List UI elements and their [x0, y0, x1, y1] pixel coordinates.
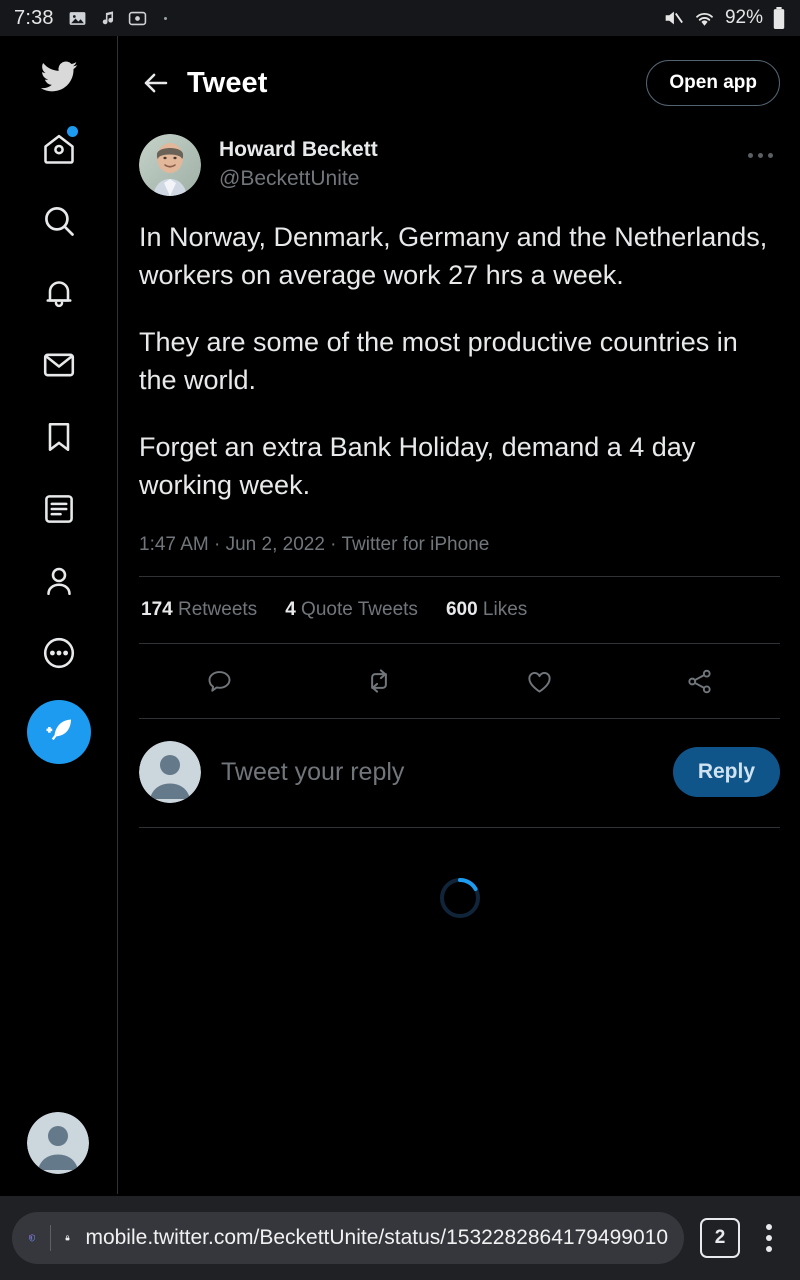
brave-shield-icon[interactable]: [28, 1224, 36, 1252]
reply-submit-label: Reply: [697, 760, 755, 784]
author-display-name: Howard Beckett: [219, 138, 378, 161]
sidebar-item-more[interactable]: [30, 624, 88, 682]
tweet-timestamp: 1:47 AM · Jun 2, 2022 · Twitter for iPho…: [139, 534, 490, 556]
more-dot-icon: [767, 152, 773, 158]
open-app-button[interactable]: Open app: [646, 60, 780, 106]
sidebar-item-home[interactable]: [30, 120, 88, 178]
reply-action-button[interactable]: [139, 660, 299, 702]
author-avatar[interactable]: [139, 134, 201, 196]
like-action-button[interactable]: [460, 660, 620, 702]
kebab-dot-icon: [766, 1224, 772, 1230]
author-avatar-photo: [139, 134, 201, 196]
bookmark-icon: [48, 422, 69, 452]
replies-loading-spinner: [139, 828, 780, 968]
status-notification-icons: [68, 9, 167, 28]
wifi-icon: [696, 12, 713, 26]
loading-spinner-icon: [439, 878, 480, 919]
url-bar[interactable]: mobile.twitter.com/BeckettUnite/status/1…: [12, 1212, 684, 1264]
stat-likes-count: 600: [445, 599, 478, 621]
url-text: mobile.twitter.com/BeckettUnite/status/1…: [85, 1226, 668, 1249]
status-bar: 7:38 92%: [0, 0, 800, 36]
sidebar-item-lists[interactable]: [30, 480, 88, 538]
small-dot-icon: [163, 16, 167, 20]
status-time: 7:38: [14, 6, 54, 29]
battery-percent: 92%: [724, 7, 763, 28]
stat-quote-tweets-label: Quote Tweets: [301, 599, 418, 621]
tweet-paragraph: Forget an extra Bank Holiday, demand a 4…: [139, 432, 696, 501]
share-icon: [688, 669, 711, 694]
back-button[interactable]: [133, 60, 179, 106]
more-dot-icon: [747, 152, 753, 158]
status-system-icons: 92%: [662, 6, 786, 30]
tweet-paragraph: They are some of the most productive cou…: [139, 327, 738, 396]
sidebar-item-messages[interactable]: [30, 336, 88, 394]
stat-likes-label: Likes: [482, 599, 528, 621]
author-name-block: Howard Beckett @BeckettUnite: [219, 134, 378, 193]
kebab-dot-icon: [766, 1235, 772, 1241]
stat-quote-tweets-count: 4: [285, 599, 296, 621]
page-header: Tweet Open app: [119, 36, 800, 130]
tweet-action-bar: [139, 644, 780, 718]
default-avatar-icon: [27, 1112, 89, 1174]
stat-retweets[interactable]: 174 Retweets: [141, 599, 257, 621]
retweet-action-button[interactable]: [299, 660, 459, 702]
reply-icon: [208, 670, 231, 692]
screen-record-icon: [128, 11, 146, 25]
twitter-logo-icon: [40, 61, 77, 92]
tweet-card: Howard Beckett @BeckettUnite In Norway, …: [119, 130, 800, 968]
home-badge-dot: [66, 126, 78, 137]
music-note-icon: [102, 10, 113, 24]
sidebar-item-search[interactable]: [30, 192, 88, 250]
mute-icon: [665, 11, 683, 25]
tweet-paragraph: In Norway, Denmark, Germany and the Neth…: [139, 222, 768, 291]
retweet-icon: [371, 669, 388, 693]
person-icon: [46, 567, 71, 596]
default-avatar-icon: [139, 741, 201, 804]
stat-quote-tweets[interactable]: 4 Quote Tweets: [285, 599, 418, 621]
browser-bottom-bar: mobile.twitter.com/BeckettUnite/status/1…: [0, 1196, 800, 1280]
arrow-left-icon: [144, 73, 168, 93]
stat-retweets-label: Retweets: [177, 599, 258, 621]
tweet-more-button[interactable]: [740, 134, 780, 168]
tab-count-button[interactable]: 2: [700, 1218, 740, 1258]
browser-menu-button[interactable]: [750, 1224, 788, 1252]
bell-icon: [45, 281, 72, 308]
battery-icon: [773, 6, 785, 29]
sidebar-account-avatar[interactable]: [27, 1112, 89, 1174]
lists-icon: [44, 495, 73, 523]
reply-composer: Tweet your reply Reply: [139, 719, 780, 827]
tweet-detail-page: Tweet Open app Howard Beckett @BeckettUn…: [119, 36, 800, 1196]
compose-feather-icon: [46, 719, 71, 741]
stat-retweets-count: 174: [141, 599, 173, 621]
tweet-text: In Norway, Denmark, Germany and the Neth…: [139, 218, 780, 504]
search-icon: [44, 207, 74, 236]
reply-submit-button[interactable]: Reply: [672, 747, 780, 798]
image-icon: [69, 11, 86, 25]
twitter-sidebar: [0, 36, 118, 1196]
sidebar-item-bookmarks[interactable]: [30, 408, 88, 466]
page-title: Tweet: [187, 66, 268, 99]
compose-tweet-button[interactable]: [26, 700, 91, 764]
sidebar-item-profile[interactable]: [30, 552, 88, 610]
author-handle: @BeckettUnite: [219, 167, 360, 191]
phone-screen: 7:38 92% Tweet Open app Howard Beckett @…: [0, 0, 800, 1280]
kebab-dot-icon: [766, 1246, 772, 1252]
mail-icon: [43, 353, 74, 377]
lock-icon: [66, 1235, 70, 1241]
reply-input[interactable]: Tweet your reply: [221, 758, 404, 787]
more-dot-icon: [757, 152, 763, 158]
reply-composer-avatar: [139, 741, 201, 804]
stat-likes[interactable]: 600 Likes: [446, 599, 527, 621]
sidebar-item-twitter-logo[interactable]: [30, 48, 88, 106]
heart-icon: [528, 671, 551, 693]
tweet-author-row: Howard Beckett @BeckettUnite: [139, 130, 780, 196]
tweet-stats: 174 Retweets 4 Quote Tweets 600 Likes: [139, 577, 780, 643]
more-circle-icon: [43, 637, 74, 669]
share-action-button[interactable]: [620, 660, 780, 702]
sidebar-item-notifications[interactable]: [30, 264, 88, 322]
